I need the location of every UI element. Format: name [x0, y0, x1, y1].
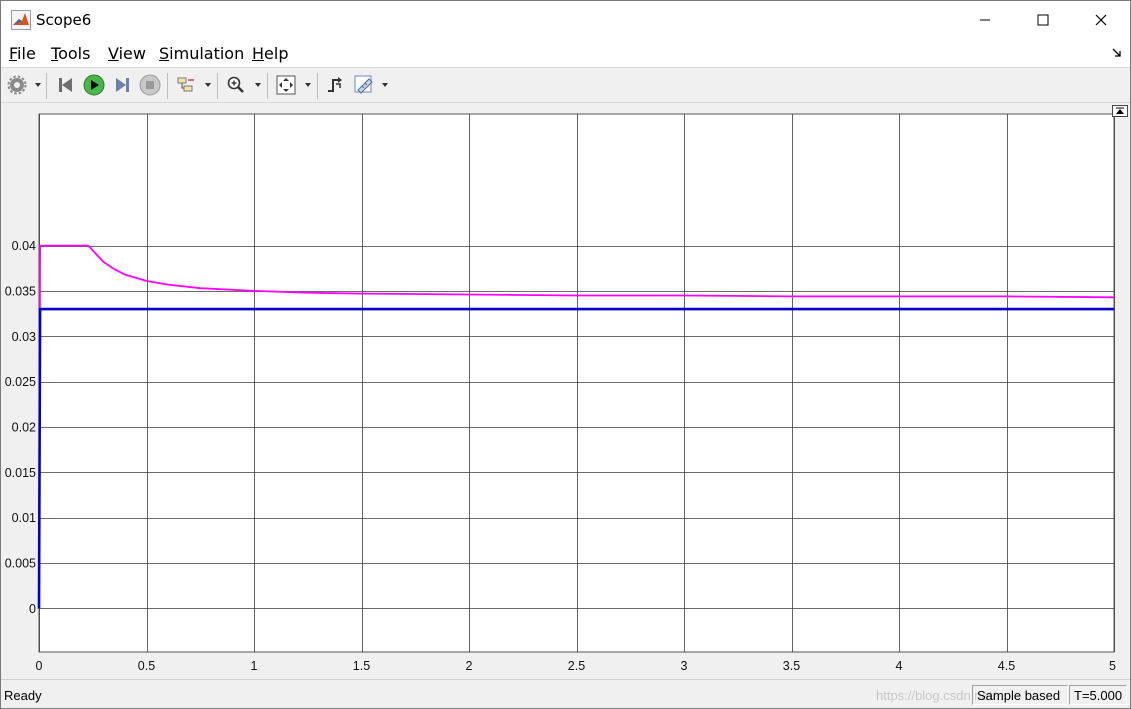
- close-button[interactable]: [1072, 1, 1130, 39]
- y-tick-label: 0.015: [5, 466, 36, 480]
- matlab-logo-icon: [11, 10, 31, 30]
- menu-tools[interactable]: Tools: [51, 44, 90, 63]
- minimize-button[interactable]: [956, 1, 1014, 39]
- gear-icon[interactable]: [6, 74, 28, 96]
- y-tick-label: 0.035: [5, 284, 36, 298]
- chevron-down-icon[interactable]: [305, 83, 311, 87]
- plot-panel: 0 0.005 0.01 0.015 0.02 0.025 0.03 0.035 0.04 00…: [1, 103, 1130, 679]
- x-tick-label: 3.5: [783, 659, 800, 673]
- signal-selector-icon[interactable]: [175, 74, 197, 96]
- plot-background: [38, 113, 1115, 653]
- arrow-up-icon: [1116, 107, 1124, 114]
- y-tick-label: 0.04: [12, 239, 36, 253]
- x-tick-label: 0.5: [138, 659, 155, 673]
- menu-help[interactable]: Help: [252, 44, 288, 63]
- title-bar[interactable]: Scope6: [1, 1, 1130, 39]
- chevron-down-icon[interactable]: [255, 83, 261, 87]
- x-tick-label: 1: [251, 659, 258, 673]
- x-tick-label: 4.5: [998, 659, 1015, 673]
- y-tick-label: 0.025: [5, 375, 36, 389]
- measurement-icon[interactable]: [353, 74, 375, 96]
- zoom-in-icon[interactable]: [225, 74, 247, 96]
- close-icon: [1095, 14, 1107, 26]
- toolbar-separator: [267, 73, 268, 99]
- x-tick-labels: 0 0.5 1 1.5 2 2.5 3 3.5 4 4.5 5: [36, 659, 1117, 673]
- y-tick-label: 0.03: [12, 330, 36, 344]
- minimize-icon: [980, 19, 990, 21]
- window-title: Scope6: [36, 11, 92, 29]
- chevron-down-icon[interactable]: [382, 83, 388, 87]
- y-tick-label: 0: [29, 602, 36, 616]
- chevron-down-icon[interactable]: [35, 83, 41, 87]
- x-tick-label: 5: [1109, 659, 1116, 673]
- trigger-icon[interactable]: [324, 74, 346, 96]
- x-tick-label: 2.5: [568, 659, 585, 673]
- toolbar-separator: [167, 73, 168, 99]
- y-tick-labels: 0 0.005 0.01 0.015 0.02 0.025 0.03 0.035 0.04: [5, 239, 36, 616]
- undock-icon[interactable]: [1112, 47, 1122, 61]
- legend-toggle-button[interactable]: [1112, 105, 1128, 117]
- scope-window: Scope6 File Tools View Simulation Help 0…: [0, 0, 1131, 709]
- x-tick-label: 1.5: [353, 659, 370, 673]
- y-tick-label: 0.02: [12, 421, 36, 435]
- status-text: Ready: [4, 688, 42, 703]
- simulation-time: T=5.000: [1069, 685, 1127, 705]
- stop-icon[interactable]: [139, 74, 161, 96]
- toolbar-separator: [217, 73, 218, 99]
- toolbar-separator: [317, 73, 318, 99]
- x-tick-label: 2: [466, 659, 473, 673]
- step-forward-icon[interactable]: [111, 74, 133, 96]
- scope-plot[interactable]: 00.0050.010.0150.020.0250.030.0350.04 00…: [1, 103, 1130, 679]
- run-icon[interactable]: [83, 74, 105, 96]
- x-tick-label: 4: [896, 659, 903, 673]
- sample-mode-indicator: Sample based: [972, 685, 1068, 705]
- toolbar-separator: [46, 73, 47, 99]
- x-tick-label: 0: [36, 659, 43, 673]
- status-bar: Ready https://blog.csdn.net/... Sample b…: [1, 679, 1130, 708]
- menu-view[interactable]: View: [108, 44, 146, 63]
- maximize-icon: [1037, 14, 1049, 26]
- menu-bar: File Tools View Simulation Help: [1, 39, 1130, 67]
- chevron-down-icon[interactable]: [205, 83, 211, 87]
- autoscale-icon[interactable]: [275, 74, 297, 96]
- menu-file[interactable]: File: [9, 44, 36, 63]
- y-tick-label: 0.01: [12, 511, 36, 525]
- step-back-icon[interactable]: [55, 74, 77, 96]
- x-tick-label: 3: [681, 659, 688, 673]
- toolbar: [1, 67, 1130, 103]
- menu-simulation[interactable]: Simulation: [159, 44, 244, 63]
- plot-area: [38, 113, 1115, 653]
- maximize-button[interactable]: [1014, 1, 1072, 39]
- y-tick-label: 0.005: [5, 557, 36, 571]
